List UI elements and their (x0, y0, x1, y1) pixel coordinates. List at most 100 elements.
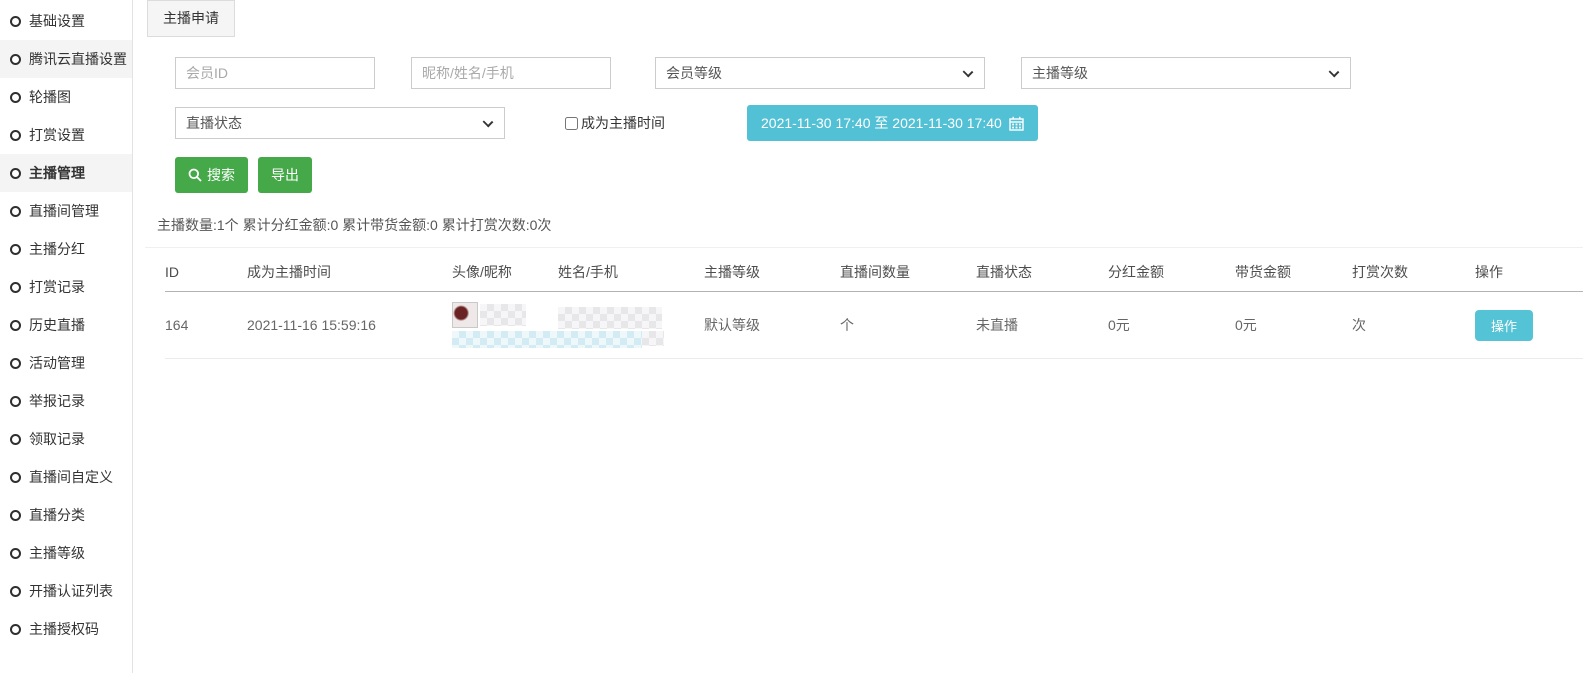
sidebar-item-label: 打赏记录 (29, 277, 85, 297)
circle-icon (10, 168, 21, 179)
col-dividend-amount: 分红金额 (1108, 248, 1235, 292)
sidebar-item-label: 历史直播 (29, 315, 85, 335)
circle-icon (10, 396, 21, 407)
redacted-nickname-strip (452, 331, 642, 348)
cell-become-time: 2021-11-16 15:59:16 (247, 292, 452, 359)
cell-reward-count: 次 (1352, 292, 1475, 359)
become-anchor-time-checkbox[interactable] (565, 117, 578, 130)
sidebar-item-label: 活动管理 (29, 353, 85, 373)
member-level-select-value: 会员等级 (666, 63, 722, 83)
live-status-select-value: 直播状态 (186, 113, 242, 133)
col-live-status: 直播状态 (976, 248, 1108, 292)
cell-room-count: 个 (840, 292, 976, 359)
sidebar-item-live-category[interactable]: 直播分类 (0, 496, 132, 534)
export-button-label: 导出 (271, 165, 299, 185)
anchor-stats-summary: 主播数量:1个 累计分红金额:0 累计带货金额:0 累计打赏次数:0次 (157, 215, 1583, 235)
filter-actions-row: 搜索 导出 (175, 157, 1583, 193)
sidebar-item-label: 轮播图 (29, 87, 71, 107)
sidebar-item-label: 开播认证列表 (29, 581, 113, 601)
cell-action: 操作 (1475, 292, 1583, 359)
search-icon (188, 168, 202, 182)
chevron-down-icon (483, 117, 494, 128)
circle-icon (10, 16, 21, 27)
redacted-name-block (558, 307, 662, 329)
col-action: 操作 (1475, 248, 1583, 292)
circle-icon (10, 244, 21, 255)
cell-live-status: 未直播 (976, 292, 1108, 359)
cell-anchor-level: 默认等级 (704, 292, 840, 359)
sidebar-item-anchor-management[interactable]: 主播管理 (0, 154, 132, 192)
sidebar-item-label: 主播等级 (29, 543, 85, 563)
filter-panel: 会员等级 主播等级 直播状态 成为主播时间 2021-11-30 17:40 至… (175, 57, 1583, 193)
become-anchor-time-filter: 成为主播时间 (565, 113, 665, 133)
redacted-nickname-block (480, 304, 526, 326)
sidebar-item-activity-management[interactable]: 活动管理 (0, 344, 132, 382)
become-anchor-time-label: 成为主播时间 (581, 113, 665, 133)
date-range-button[interactable]: 2021-11-30 17:40 至 2021-11-30 17:40 (747, 105, 1038, 141)
sidebar-item-label: 举报记录 (29, 391, 85, 411)
circle-icon (10, 320, 21, 331)
sidebar-item-reward-records[interactable]: 打赏记录 (0, 268, 132, 306)
sidebar-item-history-live[interactable]: 历史直播 (0, 306, 132, 344)
sidebar-item-label: 直播间自定义 (29, 467, 113, 487)
sidebar-item-report-records[interactable]: 举报记录 (0, 382, 132, 420)
app-window: 基础设置 腾讯云直播设置 轮播图 打赏设置 主播管理 直播间管理 主播分红 打赏… (0, 0, 1583, 673)
main-content: 主播申请 会员等级 主播等级 直播状态 成为主播时间 2021-11-30 17… (133, 0, 1583, 673)
sidebar-item-broadcast-cert-list[interactable]: 开播认证列表 (0, 572, 132, 610)
cell-dividend-amount: 0元 (1108, 292, 1235, 359)
sidebar-item-carousel[interactable]: 轮播图 (0, 78, 132, 116)
sidebar-item-reward-settings[interactable]: 打赏设置 (0, 116, 132, 154)
member-level-select[interactable]: 会员等级 (655, 57, 985, 89)
sidebar-item-label: 基础设置 (29, 11, 85, 31)
search-button[interactable]: 搜索 (175, 157, 248, 193)
table-header-row: ID 成为主播时间 头像/昵称 姓名/手机 主播等级 直播间数量 直播状态 分红… (165, 248, 1583, 292)
sidebar-item-label: 打赏设置 (29, 125, 85, 145)
circle-icon (10, 510, 21, 521)
col-room-count: 直播间数量 (840, 248, 976, 292)
col-avatar-nickname: 头像/昵称 (452, 248, 558, 292)
col-anchor-level: 主播等级 (704, 248, 840, 292)
export-button[interactable]: 导出 (258, 157, 312, 193)
member-id-input[interactable] (175, 57, 375, 89)
row-action-button[interactable]: 操作 (1475, 310, 1533, 341)
circle-icon (10, 92, 21, 103)
sidebar-item-anchor-dividend[interactable]: 主播分红 (0, 230, 132, 268)
cell-avatar-nickname (452, 292, 558, 359)
tab-anchor-application[interactable]: 主播申请 (147, 0, 235, 37)
sidebar-item-label: 主播管理 (29, 163, 85, 183)
cell-id: 164 (165, 292, 247, 359)
sidebar-item-label: 领取记录 (29, 429, 85, 449)
search-button-label: 搜索 (207, 165, 235, 185)
nickname-name-phone-input[interactable] (411, 57, 611, 89)
sidebar-item-anchor-auth-code[interactable]: 主播授权码 (0, 610, 132, 648)
chevron-down-icon (1329, 67, 1340, 78)
col-reward-count: 打赏次数 (1352, 248, 1475, 292)
filter-row-2: 直播状态 成为主播时间 2021-11-30 17:40 至 2021-11-3… (175, 105, 1583, 141)
sidebar-item-label: 主播分红 (29, 239, 85, 259)
sidebar-item-live-room-custom[interactable]: 直播间自定义 (0, 458, 132, 496)
live-status-select[interactable]: 直播状态 (175, 107, 505, 139)
anchor-level-select-value: 主播等级 (1032, 63, 1088, 83)
sidebar-item-tencent-cloud-live-settings[interactable]: 腾讯云直播设置 (0, 40, 132, 78)
sidebar-item-label: 直播分类 (29, 505, 85, 525)
sidebar: 基础设置 腾讯云直播设置 轮播图 打赏设置 主播管理 直播间管理 主播分红 打赏… (0, 0, 133, 673)
sidebar-item-live-room-management[interactable]: 直播间管理 (0, 192, 132, 230)
date-range-text: 2021-11-30 17:40 至 2021-11-30 17:40 (761, 113, 1002, 133)
col-id: ID (165, 248, 247, 292)
sidebar-item-claim-records[interactable]: 领取记录 (0, 420, 132, 458)
anchor-level-select[interactable]: 主播等级 (1021, 57, 1351, 89)
circle-icon (10, 130, 21, 141)
circle-icon (10, 358, 21, 369)
anchor-table: ID 成为主播时间 头像/昵称 姓名/手机 主播等级 直播间数量 直播状态 分红… (165, 248, 1583, 359)
sidebar-item-label: 主播授权码 (29, 619, 99, 639)
sidebar-item-basic-settings[interactable]: 基础设置 (0, 2, 132, 40)
circle-icon (10, 472, 21, 483)
circle-icon (10, 548, 21, 559)
circle-icon (10, 54, 21, 65)
col-become-time: 成为主播时间 (247, 248, 452, 292)
sidebar-item-label: 腾讯云直播设置 (29, 49, 127, 69)
col-name-phone: 姓名/手机 (558, 248, 704, 292)
sidebar-item-anchor-level[interactable]: 主播等级 (0, 534, 132, 572)
circle-icon (10, 282, 21, 293)
cell-name-phone (558, 292, 704, 359)
